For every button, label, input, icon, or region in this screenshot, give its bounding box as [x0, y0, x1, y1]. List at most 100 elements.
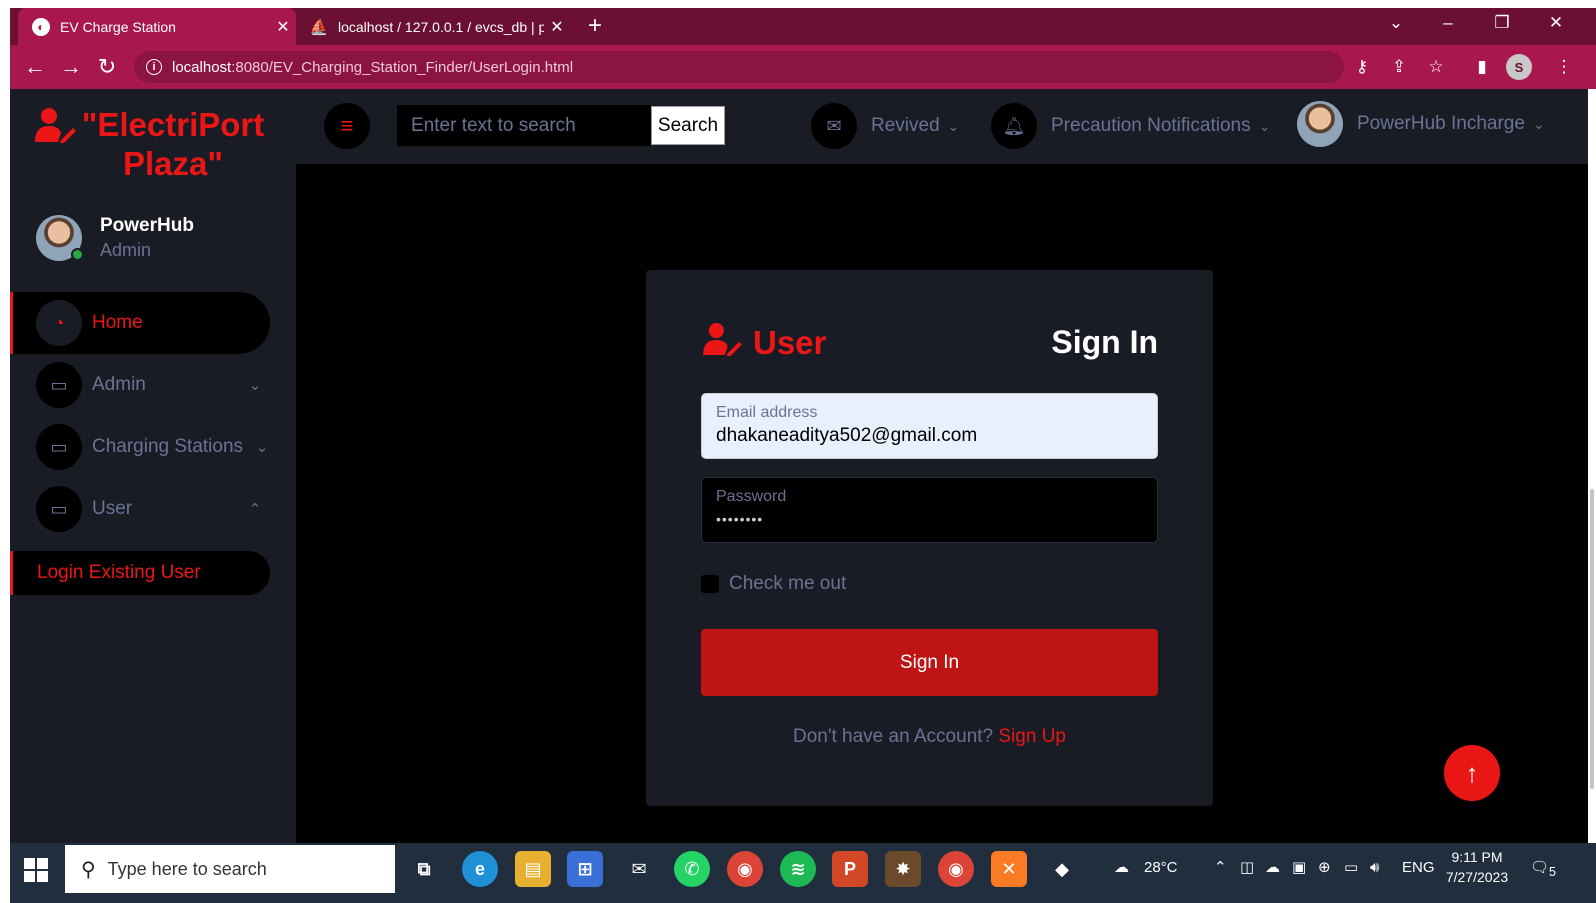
- powerpoint-icon[interactable]: P: [832, 851, 868, 887]
- tab-ev-charge-station[interactable]: ◐ EV Charge Station ✕: [18, 8, 296, 45]
- signup-prompt-text: Don't have an Account?: [793, 726, 994, 747]
- notifications-dropdown[interactable]: 🔔︎ Precaution Notifications ⌄: [991, 103, 1270, 149]
- edge-browser-icon[interactable]: e: [462, 851, 498, 887]
- onedrive-icon[interactable]: ☁: [1265, 843, 1280, 893]
- share-icon[interactable]: ⇪: [1387, 57, 1411, 77]
- url-field[interactable]: i localhost:8080/EV_Charging_Station_Fin…: [134, 51, 1344, 83]
- tab-phpmyadmin[interactable]: ⛵ localhost / 127.0.0.1 / evcs_db | p ✕: [300, 8, 570, 45]
- weather-temp[interactable]: 28°C: [1144, 843, 1178, 893]
- app-icon[interactable]: ✸: [885, 851, 921, 887]
- sidebar-item-home[interactable]: ◔ Home: [10, 292, 270, 354]
- email-field[interactable]: Email address dhakaneaditya502@gmail.com: [701, 393, 1158, 459]
- site-info-icon[interactable]: i: [146, 59, 162, 75]
- hamburger-menu-icon[interactable]: ≡: [324, 103, 370, 149]
- profile-role: Admin: [100, 240, 152, 260]
- taskbar-clock[interactable]: 9:11 PM 7/27/2023: [1442, 847, 1512, 887]
- sidebar-item-charging-stations[interactable]: ▭ Charging Stations ⌄: [10, 416, 270, 478]
- browser-menu-icon[interactable]: ⋮: [1552, 57, 1576, 77]
- task-view-icon[interactable]: ⧉: [406, 851, 442, 887]
- signup-prompt: Don't have an Account? Sign Up: [646, 726, 1213, 748]
- tray-chevron-up-icon[interactable]: ⌃: [1214, 843, 1227, 893]
- notification-count: 5: [1549, 865, 1556, 879]
- forward-arrow-icon[interactable]: →: [56, 53, 86, 81]
- password-field[interactable]: Password ••••••••: [701, 477, 1158, 543]
- profile-name: PowerHub: [100, 215, 194, 236]
- back-arrow-icon[interactable]: ←: [20, 53, 50, 81]
- brand-line-1: "ElectriPort: [81, 106, 265, 143]
- new-tab-button[interactable]: +: [582, 14, 608, 40]
- messages-dropdown[interactable]: ✉ Revived ⌄: [811, 103, 959, 149]
- arrow-up-icon: ↑: [1465, 757, 1479, 788]
- tab-close-icon[interactable]: ✕: [544, 17, 570, 37]
- notification-center-icon[interactable]: 🗨︎5: [1530, 843, 1556, 897]
- tab-title: EV Charge Station: [60, 18, 176, 35]
- volume-icon[interactable]: 🔊︎: [1370, 843, 1379, 893]
- windows-start-icon[interactable]: [24, 858, 48, 882]
- spotify-icon[interactable]: ≋: [780, 851, 816, 887]
- sign-up-link[interactable]: Sign Up: [998, 726, 1066, 747]
- sidebar: "ElectriPort Plaza" PowerHub Admin ◔ Hom…: [10, 89, 296, 843]
- back-to-top-button[interactable]: ↑: [1444, 745, 1500, 801]
- site-favicon-icon: ◐: [32, 17, 50, 36]
- bookmark-star-icon[interactable]: ☆: [1424, 57, 1448, 77]
- password-value: ••••••••: [716, 511, 764, 527]
- display-icon[interactable]: ▣: [1292, 843, 1306, 893]
- scrollbar-thumb[interactable]: [1590, 489, 1594, 789]
- xampp-icon[interactable]: ✕: [991, 851, 1027, 887]
- chrome-profile-icon[interactable]: ◉: [938, 851, 974, 887]
- sidebar-subitem-login-existing-user[interactable]: Login Existing User: [10, 551, 270, 595]
- weather-icon[interactable]: ☁: [1114, 843, 1129, 893]
- tab-search-chevron-icon[interactable]: ⌄: [1376, 13, 1416, 33]
- admin-profile: PowerHub Admin: [36, 215, 194, 261]
- search-button[interactable]: Search: [651, 106, 725, 145]
- messages-label: Revived: [871, 115, 940, 136]
- whatsapp-icon[interactable]: ✆: [674, 851, 710, 887]
- key-icon[interactable]: ⚷: [1350, 57, 1374, 77]
- file-explorer-icon[interactable]: ▤: [515, 851, 551, 887]
- restore-icon[interactable]: ❐: [1482, 13, 1522, 33]
- browser-profile-avatar[interactable]: S: [1506, 54, 1532, 80]
- web-page: "ElectriPort Plaza" PowerHub Admin ◔ Hom…: [10, 89, 1596, 843]
- side-panel-icon[interactable]: ▮: [1470, 57, 1494, 77]
- chevron-down-icon: ⌄: [1532, 115, 1545, 132]
- mail-icon[interactable]: ✉: [621, 851, 657, 887]
- taskbar: ⚲ Type here to search ⧉ e ▤ ⊞ ✉ ✆ ◉ ≋ P …: [10, 843, 1596, 903]
- sidebar-item-user[interactable]: ▭ User ⌃: [10, 478, 270, 540]
- chevron-down-icon: ⌄: [255, 439, 269, 456]
- meet-icon[interactable]: ◫: [1240, 843, 1254, 893]
- sidebar-item-admin[interactable]: ▭ Admin ⌄: [10, 354, 270, 416]
- minimize-icon[interactable]: –: [1428, 13, 1468, 33]
- check-me-out-checkbox[interactable]: [701, 575, 719, 593]
- network-icon[interactable]: ⊕: [1318, 843, 1331, 893]
- email-value: dhakaneaditya502@gmail.com: [716, 425, 978, 446]
- taskbar-search-field[interactable]: ⚲ Type here to search: [65, 845, 395, 893]
- sidebar-item-label: Admin: [92, 374, 146, 395]
- chrome-icon[interactable]: ◉: [727, 851, 763, 887]
- close-window-icon[interactable]: ✕: [1536, 13, 1576, 33]
- phpmyadmin-favicon-icon: ⛵: [309, 18, 329, 36]
- url-host: localhost: [172, 58, 232, 76]
- user-dropdown[interactable]: PowerHub Incharge ⌄: [1297, 101, 1545, 147]
- check-me-out-label: Check me out: [729, 573, 847, 594]
- browser-tab-bar: ◐ EV Charge Station ✕ ⛵ localhost / 127.…: [10, 8, 1596, 45]
- sign-in-button[interactable]: Sign In: [701, 629, 1158, 696]
- login-brand: User: [701, 322, 826, 363]
- top-navbar: ≡ Search ✉ Revived ⌄ 🔔︎ Precaution Notif…: [296, 89, 1596, 164]
- bell-icon: 🔔︎: [991, 103, 1037, 149]
- paint-icon[interactable]: ◆: [1044, 851, 1080, 887]
- brand-logo[interactable]: "ElectriPort Plaza": [34, 105, 266, 183]
- tachometer-icon: ◔: [36, 300, 82, 346]
- user-label: PowerHub Incharge: [1357, 113, 1525, 134]
- remember-checkbox-row[interactable]: Check me out: [701, 573, 846, 595]
- microsoft-store-icon[interactable]: ⊞: [567, 851, 603, 887]
- reload-icon[interactable]: ↻: [92, 53, 122, 81]
- search-input[interactable]: [397, 105, 651, 146]
- online-status-dot: [71, 248, 84, 261]
- url-path: :8080/EV_Charging_Station_Finder/UserLog…: [231, 58, 574, 76]
- language-indicator[interactable]: ENG: [1402, 843, 1435, 893]
- battery-icon[interactable]: ▭: [1344, 843, 1358, 893]
- clock-date: 7/27/2023: [1445, 869, 1509, 885]
- search-icon: ⚲: [81, 858, 96, 881]
- clock-time: 9:11 PM: [1451, 849, 1503, 865]
- tab-close-icon[interactable]: ✕: [270, 17, 296, 37]
